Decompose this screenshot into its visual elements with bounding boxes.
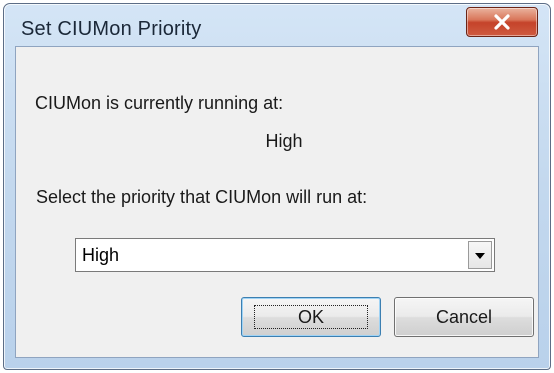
dialog-window: Set CIUMon Priority CIUMon is currently … bbox=[3, 3, 551, 370]
priority-dropdown[interactable]: High bbox=[75, 238, 495, 272]
current-priority-value: High bbox=[265, 131, 303, 151]
close-icon bbox=[493, 14, 511, 30]
cancel-button[interactable]: Cancel bbox=[394, 297, 534, 337]
priority-dropdown-value: High bbox=[82, 245, 120, 265]
window-title: Set CIUMon Priority bbox=[21, 18, 202, 40]
chevron-down-icon bbox=[475, 246, 485, 264]
dropdown-arrow-button[interactable] bbox=[468, 241, 492, 269]
current-priority-label: CIUMon is currently running at: bbox=[35, 93, 284, 113]
dialog-body: CIUMon is currently running at: High Sel… bbox=[15, 46, 539, 358]
ok-button[interactable]: OK bbox=[241, 297, 381, 337]
select-priority-label: Select the priority that CIUMon will run… bbox=[36, 187, 368, 207]
close-button[interactable] bbox=[466, 7, 538, 37]
focus-rectangle: OK bbox=[254, 305, 368, 329]
cancel-button-label: Cancel bbox=[435, 306, 493, 327]
ok-button-label: OK bbox=[297, 306, 324, 327]
title-bar[interactable]: Set CIUMon Priority bbox=[4, 4, 550, 46]
